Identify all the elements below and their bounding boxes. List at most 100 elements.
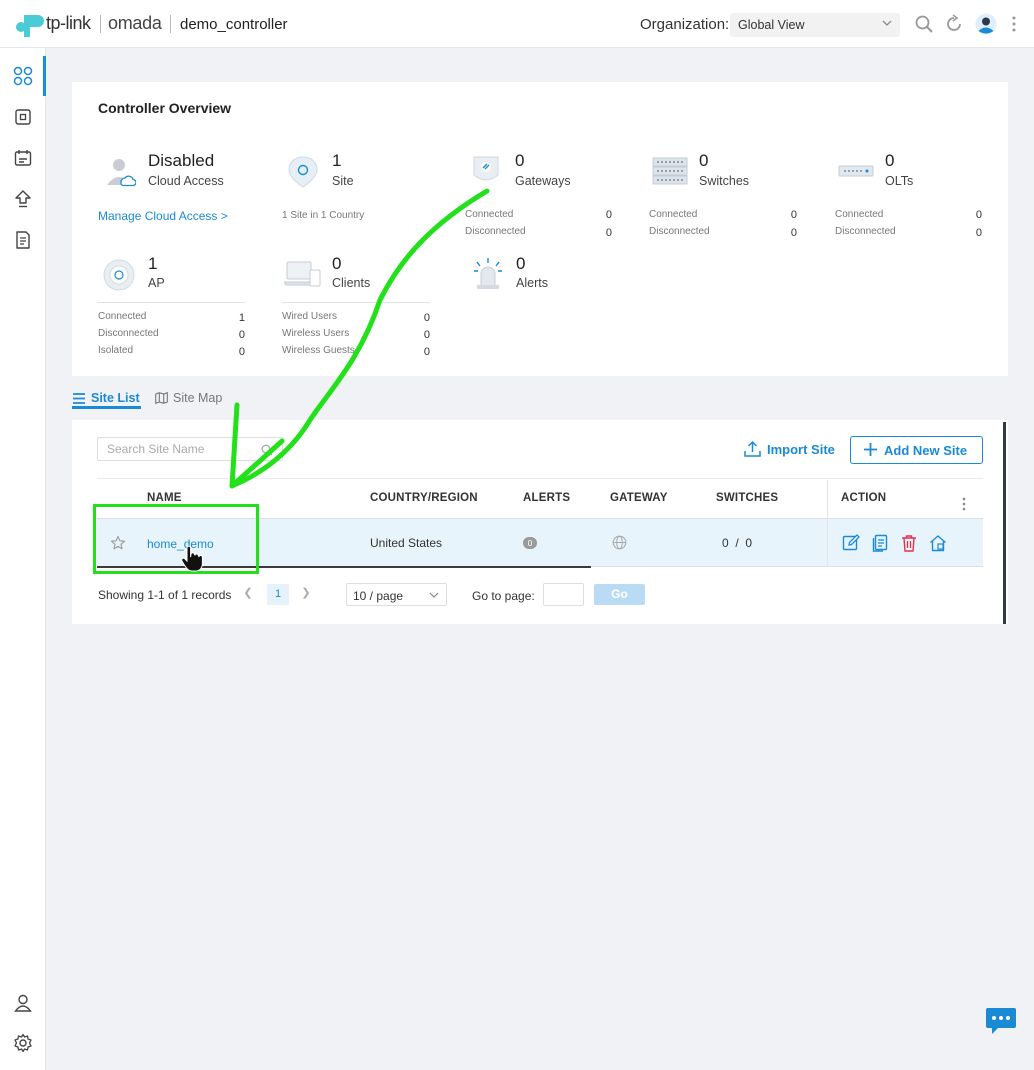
ap-isolated-value: 0 [238,346,245,358]
go-to-page-input[interactable] [543,583,584,606]
delete-icon[interactable] [900,534,918,552]
site-country-note: 1 Site in 1 Country [282,210,365,221]
sidebar-item-devices[interactable] [0,97,46,137]
current-page[interactable]: 1 [267,584,289,605]
access-point-icon [103,259,135,291]
tab-site-map-label: Site Map [173,391,223,405]
sidebar-item-settings[interactable] [0,1023,46,1063]
gateways-count: 0 [515,151,525,170]
top-bar: tp-link omada demo_controller Organizati… [0,0,1034,48]
page-size-select[interactable]: 10 / page [346,583,447,606]
panel-scrollbar[interactable] [1003,422,1006,624]
edit-icon[interactable] [842,534,860,552]
olts-connected-value: 0 [975,209,982,221]
column-header-name[interactable]: NAME [147,492,182,504]
sidebar-item-report[interactable] [0,220,46,260]
sidebar-item-dashboard[interactable] [0,56,46,96]
cloud-access-label: Cloud Access [148,174,224,188]
clients-guests-value: 0 [423,346,430,358]
brand-omada: omada [108,13,162,33]
clients-guests-label: Wireless Guests [282,345,355,356]
page-size-value: 10 / page [353,589,404,603]
devices-icon [15,109,31,125]
site-count: 1 [332,151,342,170]
gateways-connected-label: Connected [465,209,514,220]
alert-siren-icon [474,258,502,289]
controller-name: demo_controller [180,16,288,33]
next-page-button[interactable]: ❯ [296,586,316,604]
olts-disconnected-value: 0 [975,227,982,239]
clients-wireless-label: Wireless Users [282,328,350,339]
settings-icon [14,1033,32,1053]
switches-count: 0 [699,151,709,170]
column-header-country[interactable]: COUNTRY/REGION [370,492,478,504]
organization-select[interactable]: Global View [730,13,900,37]
sidebar-item-upgrade[interactable] [0,179,46,219]
gateways-disconnected-label: Disconnected [465,226,526,237]
column-header-gateway[interactable]: GATEWAY [610,492,668,504]
refresh-icon[interactable] [944,14,964,34]
switches-disconnected-label: Disconnected [649,226,710,237]
prev-page-button[interactable]: ❮ [238,586,258,604]
more-vertical-icon[interactable] [1006,14,1022,34]
go-button[interactable]: Go [594,584,645,605]
user-avatar[interactable] [975,13,997,35]
column-settings-icon[interactable] [960,496,968,512]
olts-count: 0 [885,151,895,170]
ap-count: 1 [148,254,158,273]
ap-label: AP [148,276,165,290]
cloud-access-icon [107,159,136,187]
search-icon [261,444,273,456]
organization-value: Global View [738,18,805,32]
clients-label: Clients [332,276,371,290]
ap-disconnected-label: Disconnected [98,328,159,339]
column-header-switches[interactable]: SWITCHES [716,492,778,504]
site-search-box[interactable] [97,437,283,461]
olts-label: OLTs [885,174,914,188]
brand-divider [170,15,171,33]
add-new-site-button[interactable]: Add New Site [850,436,983,464]
clients-devices-icon [284,261,321,287]
ap-connected-value: 1 [238,312,245,324]
clients-wireless-value: 0 [423,329,430,341]
tab-site-list-label: Site List [91,391,140,405]
active-tab-indicator [72,406,141,409]
switches-connected-value: 0 [790,209,797,221]
site-alerts-badge: 0 [523,537,537,549]
chevron-down-icon [429,592,439,598]
column-header-alerts[interactable]: ALERTS [523,492,570,504]
organization-label: Organization: [640,16,730,33]
olt-device-icon [838,165,874,177]
chat-support-icon[interactable] [985,1007,1017,1035]
add-new-site-label: Add New Site [884,443,968,458]
ap-isolated-label: Isolated [98,345,134,356]
column-header-action: ACTION [841,492,887,504]
table-header-divider [97,478,983,479]
copy-icon[interactable] [871,534,889,552]
import-site-label: Import Site [767,442,835,457]
site-search-input[interactable] [107,442,257,456]
olts-disconnected-label: Disconnected [835,226,896,237]
sidebar-item-account[interactable] [0,983,46,1023]
tp-link-logo-icon [16,15,44,37]
clients-wired-label: Wired Users [282,311,338,322]
clients-wired-value: 0 [423,312,430,324]
list-icon [73,393,85,404]
manage-site-icon[interactable] [929,534,947,552]
clients-count: 0 [332,254,342,273]
chevron-down-icon [882,20,892,26]
switch-device-icon [652,157,688,185]
map-icon [155,392,168,404]
sidebar-item-logs[interactable] [0,138,46,178]
site-switches: 0 / 0 [722,536,753,550]
site-country: United States [370,536,443,550]
logs-icon [14,150,32,166]
upgrade-icon [15,190,31,208]
go-to-page-label: Go to page: [472,589,535,603]
hand-cursor-icon [181,546,203,572]
switches-disconnected-value: 0 [790,227,797,239]
account-icon [14,994,32,1012]
search-icon[interactable] [914,14,934,34]
gateways-disconnected-value: 0 [605,227,612,239]
manage-cloud-access-link[interactable]: Manage Cloud Access > [98,209,228,223]
